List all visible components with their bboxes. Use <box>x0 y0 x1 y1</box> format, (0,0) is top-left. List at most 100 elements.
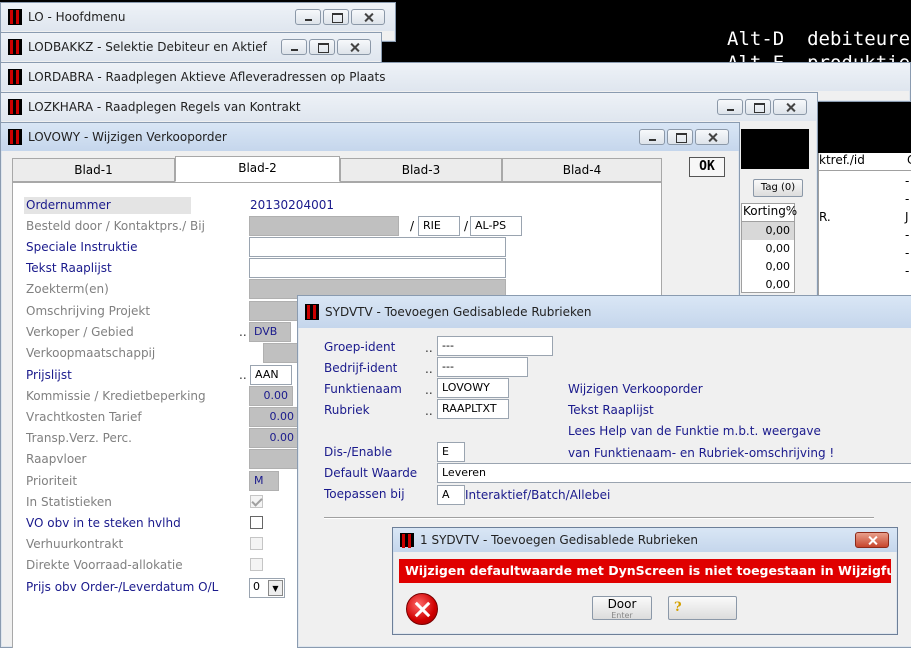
maximize-icon[interactable] <box>745 99 771 115</box>
error-message: Wijzigen defaultwaarde met DynScreen is … <box>399 559 891 583</box>
help-text-1: Lees Help van de Funktie m.b.t. weergave <box>568 424 821 438</box>
slash-separator: / <box>410 219 415 233</box>
prijs-obv-select[interactable]: 0 ▼ <box>249 578 285 598</box>
funktienaam-label: Funktienaam <box>324 382 402 396</box>
close-icon[interactable] <box>351 9 385 25</box>
korting-header: Korting% <box>742 204 797 222</box>
help-button[interactable]: ? <box>668 596 737 620</box>
right-table: ktref./id C - - R. J - - - <box>818 153 911 298</box>
verhuur-label: Verhuurkontrakt <box>26 537 124 551</box>
table-cell: - <box>905 174 910 188</box>
tab-blad-2[interactable]: Blad-2 <box>175 156 340 182</box>
groep-ident-label: Groep-ident <box>324 340 396 354</box>
toepassen-label: Toepassen bij <box>324 487 405 501</box>
kontaktprs-field[interactable]: RIE <box>418 216 460 236</box>
prijslijst-field[interactable]: AAN <box>250 365 292 385</box>
titlebar[interactable]: 1 SYDVTV - Toevoegen Gedisablede Rubriek… <box>393 528 897 552</box>
tekst-raaplijst-label: Tekst Raaplijst <box>26 261 112 275</box>
besteld-label: Besteld door / Kontaktprs./ Bij <box>26 219 205 233</box>
chevron-down-icon[interactable]: ▼ <box>268 580 283 596</box>
verkoper-field: DVB <box>249 322 291 342</box>
transp-label: Transp.Verz. Perc. <box>26 431 132 445</box>
bij-field[interactable]: AL-PS <box>470 216 522 236</box>
slash-separator: / <box>464 219 469 233</box>
bedrijf-ident-field[interactable]: --- <box>437 357 528 377</box>
close-icon[interactable] <box>337 39 371 55</box>
funktienaam-field[interactable]: LOVOWY <box>437 378 509 398</box>
minimize-icon[interactable] <box>639 129 665 145</box>
close-icon[interactable] <box>855 532 889 548</box>
app-icon <box>400 533 414 548</box>
vo-checkbox[interactable] <box>250 516 263 529</box>
statistieken-checkbox <box>250 495 263 508</box>
close-icon[interactable] <box>695 129 729 145</box>
groep-ident-field[interactable]: --- <box>437 336 553 356</box>
tekst-raaplijst-field[interactable] <box>249 258 506 278</box>
titlebar[interactable]: LO - Hoofdmenu <box>1 3 395 31</box>
speciale-label: Speciale Instruktie <box>26 240 138 254</box>
titlebar[interactable]: LOZKHARA - Raadplegen Regels van Kontrak… <box>1 93 817 121</box>
table-cell: - <box>905 228 910 242</box>
maximize-icon[interactable] <box>323 9 349 25</box>
door-button[interactable]: Door Enter <box>592 596 652 620</box>
ok-button[interactable]: OK <box>689 157 725 177</box>
table-cell[interactable]: 0,00 <box>742 222 794 240</box>
tag-button[interactable]: Tag (0) <box>753 179 803 197</box>
tab-blad-4[interactable]: Blad-4 <box>502 158 662 182</box>
rubriek-field[interactable]: RAAPLTXT <box>437 399 509 419</box>
app-icon <box>305 304 319 320</box>
maximize-icon[interactable] <box>667 129 693 145</box>
ordernummer-label: Ordernummer <box>26 198 111 212</box>
omschrijving-label: Omschrijving Projekt <box>26 304 151 318</box>
direkte-checkbox <box>250 558 263 571</box>
tag-button-label: Tag (0) <box>760 182 796 193</box>
korting-column: Korting% 0,00 0,00 0,00 0,00 <box>741 203 797 294</box>
default-waarde-field[interactable]: Leveren <box>437 463 911 483</box>
ok-button-label: OK <box>699 159 715 174</box>
tab-blad-3[interactable]: Blad-3 <box>340 158 502 182</box>
direkte-label: Direkte Voorraad-allokatie <box>26 558 183 572</box>
help-text-2: van Funktienaam- en Rubriek-omschrijving… <box>568 446 835 460</box>
app-icon <box>8 9 22 25</box>
funktienaam-description: Wijzigen Verkooporder <box>568 382 703 396</box>
raapvloer-field <box>249 449 299 469</box>
column-header-ktref: ktref./id <box>819 153 907 171</box>
black-panel <box>741 129 809 169</box>
toepassen-hint: Interaktief/Batch/Allebei <box>465 488 611 502</box>
titlebar[interactable]: SYDVTV - Toevoegen Gedisablede Rubrieken <box>298 296 911 328</box>
statistieken-label: In Statistieken <box>26 495 112 509</box>
window-title: LOZKHARA - Raadplegen Regels van Kontrak… <box>28 100 301 114</box>
prioriteit-field: M <box>249 471 279 491</box>
window-title: LO - Hoofdmenu <box>28 10 126 24</box>
table-cell[interactable]: 0,00 <box>742 276 794 294</box>
minimize-icon[interactable] <box>717 99 743 115</box>
minimize-icon[interactable] <box>281 39 307 55</box>
maximize-icon[interactable] <box>309 39 335 55</box>
titlebar[interactable]: LORDABRA - Raadplegen Aktieve Afleveradr… <box>1 63 910 91</box>
raapvloer-label: Raapvloer <box>26 452 87 466</box>
table-cell: J <box>905 210 909 224</box>
ordernummer-value: 20130204001 <box>250 198 334 212</box>
default-waarde-label: Default Waarde <box>324 466 418 480</box>
tab-blad-1[interactable]: Blad-1 <box>12 158 175 182</box>
rubriek-label: Rubriek <box>324 403 370 417</box>
app-icon <box>8 129 22 145</box>
table-cell[interactable]: 0,00 <box>742 240 794 258</box>
prijslijst-label: Prijslijst <box>26 368 72 382</box>
table-cell: - <box>905 246 910 260</box>
minimize-icon[interactable] <box>295 9 321 25</box>
app-icon <box>8 69 22 85</box>
dots: .. <box>425 341 433 355</box>
speciale-field[interactable] <box>249 237 506 257</box>
dis-enable-field[interactable]: E <box>437 442 465 462</box>
titlebar[interactable]: LODBAKKZ - Selektie Debiteur en Aktief <box>1 33 381 61</box>
close-icon[interactable] <box>773 99 807 115</box>
toepassen-field[interactable]: A <box>437 485 465 505</box>
verhuur-checkbox <box>250 537 263 550</box>
column-header-c: C <box>907 153 911 171</box>
error-message-text: Wijzigen defaultwaarde met DynScreen is … <box>405 563 891 578</box>
titlebar[interactable]: LOVOWY - Wijzigen Verkooporder <box>1 123 739 151</box>
window-title: SYDVTV - Toevoegen Gedisablede Rubrieken <box>325 305 592 319</box>
window-title: 1 SYDVTV - Toevoegen Gedisablede Rubriek… <box>420 533 698 547</box>
table-cell[interactable]: 0,00 <box>742 258 794 276</box>
